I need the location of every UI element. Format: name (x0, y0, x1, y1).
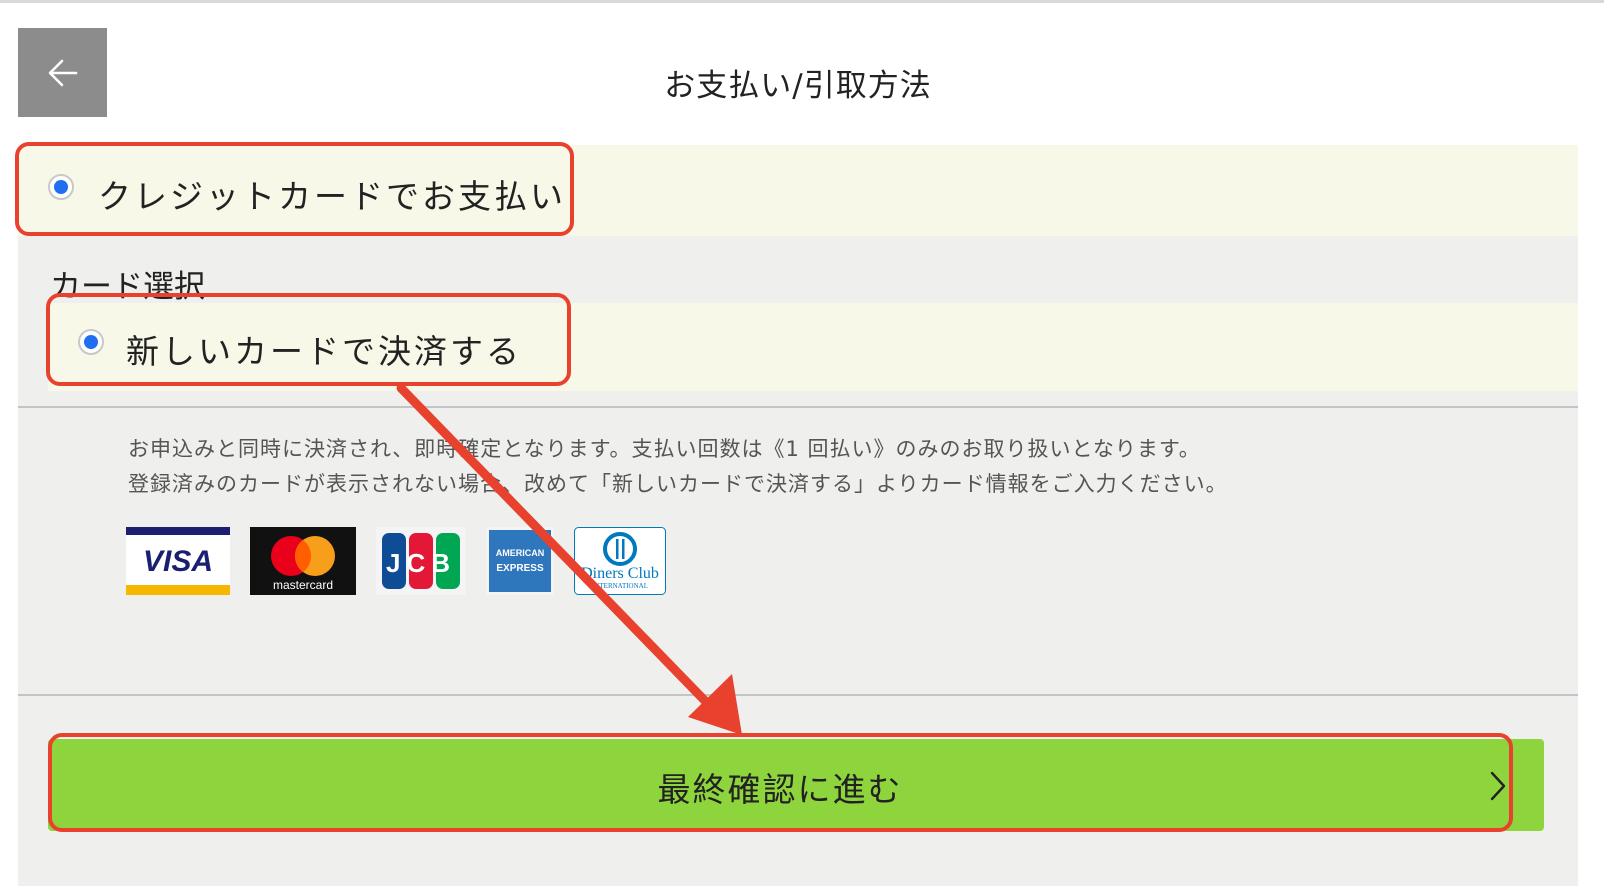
amex-wordmark-top: AMERICAN (496, 548, 545, 558)
visa-logo: VISA (126, 527, 230, 595)
diners-subwordmark: INTERNATIONAL (592, 582, 648, 590)
proceed-button-highlight-box (48, 733, 1513, 832)
diners-club-logo: Diners Club INTERNATIONAL (574, 527, 666, 595)
amex-logo: AMERICAN EXPRESS (486, 527, 554, 595)
mastercard-wordmark: mastercard (273, 578, 333, 592)
section-divider (18, 406, 1578, 408)
jcb-wordmark: JCB (386, 548, 456, 578)
credit-card-highlight-box (15, 142, 574, 236)
section-divider-bottom (18, 694, 1578, 696)
mastercard-logo: mastercard (250, 527, 356, 595)
page-title: お支払い/引取方法 (664, 68, 932, 104)
payment-note-2: 登録済みのカードが表示されない場合、改めて「新しいカードで決済する」よりカード情… (128, 472, 1228, 496)
diners-wordmark: Diners Club (581, 565, 659, 582)
visa-wordmark: VISA (143, 545, 213, 578)
bottom-strip (18, 843, 1578, 886)
payment-note-1: お申込みと同時に決済され、即時確定となります。支払い回数は《1 回払い》のみのお… (128, 437, 1201, 461)
new-card-highlight-box (46, 293, 571, 386)
jcb-logo: JCB (376, 527, 466, 595)
amex-wordmark-bottom: EXPRESS (496, 563, 544, 574)
header: お支払い/引取方法 (18, 3, 1578, 145)
